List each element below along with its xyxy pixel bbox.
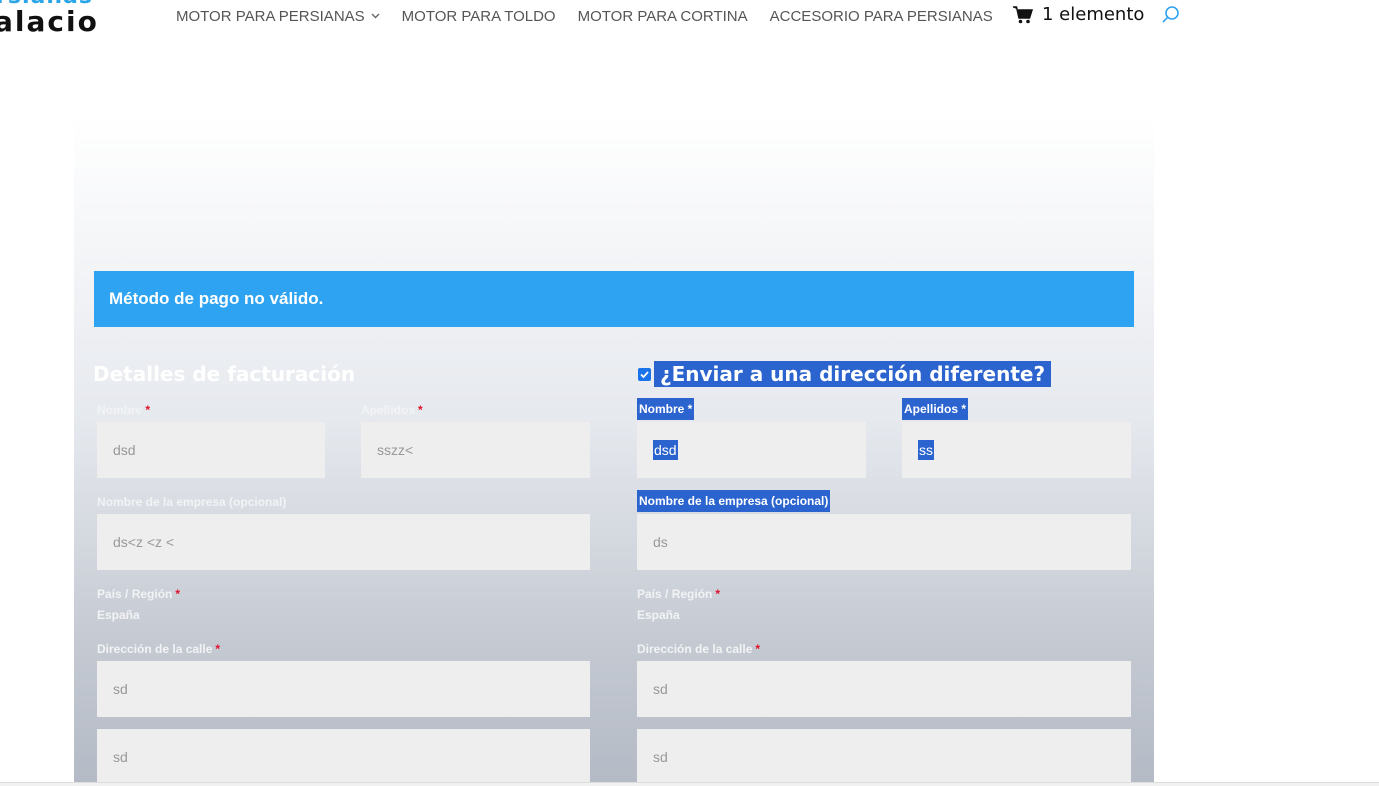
required-mark: * xyxy=(175,587,181,601)
input-value: sd xyxy=(653,681,668,697)
chevron-down-icon xyxy=(371,11,380,22)
billing-company-input[interactable]: ds<z <z < xyxy=(97,514,590,570)
billing-company-label: Nombre de la empresa (opcional) xyxy=(97,495,287,509)
billing-first-name-label: Nombre * xyxy=(97,403,150,417)
shipping-last-name-label: Apellidos * xyxy=(902,398,969,420)
label-text: Dirección de la calle xyxy=(637,642,753,656)
required-mark: * xyxy=(215,642,221,656)
search-icon[interactable] xyxy=(1161,5,1181,30)
main-nav: MOTOR PARA PERSIANAS MOTOR PARA TOLDO MO… xyxy=(176,6,1015,26)
label-text: Nombre xyxy=(97,403,143,417)
shipping-country-label: País / Región * xyxy=(637,587,720,601)
input-value: ds<z <z < xyxy=(113,534,175,550)
input-value: ds xyxy=(653,534,668,550)
shipping-company-label: Nombre de la empresa (opcional) xyxy=(637,490,831,512)
billing-last-name-label: Apellidos * xyxy=(361,403,423,417)
label-text: País / Región xyxy=(637,587,713,601)
shipping-last-name-input[interactable]: ss xyxy=(902,422,1131,478)
horizontal-scrollbar[interactable] xyxy=(0,782,1379,786)
cart-count-label: 1 elemento xyxy=(1042,4,1145,25)
nav-item-accesorio-persianas[interactable]: ACCESORIO PARA PERSIANAS xyxy=(770,8,993,25)
input-value: sszz< xyxy=(377,442,414,458)
shipping-street-label: Dirección de la calle * xyxy=(637,642,760,656)
checkmark-icon xyxy=(640,371,649,379)
required-mark: * xyxy=(715,587,721,601)
shipping-company-input[interactable]: ds xyxy=(637,514,1131,570)
billing-first-name-input[interactable]: dsd xyxy=(97,422,325,478)
nav-item-motor-cortina[interactable]: MOTOR PARA CORTINA xyxy=(578,8,748,25)
label-text: Dirección de la calle xyxy=(97,642,213,656)
billing-street-input[interactable]: sd xyxy=(97,661,590,717)
nav-item-motor-toldo[interactable]: MOTOR PARA TOLDO xyxy=(402,8,556,25)
label-text: País / Región xyxy=(97,587,173,601)
input-value: sd xyxy=(113,749,128,765)
shipping-first-name-input[interactable]: dsd xyxy=(637,422,866,478)
nav-item-motor-persianas[interactable]: MOTOR PARA PERSIANAS xyxy=(176,8,380,25)
input-value: dsd xyxy=(113,442,136,458)
error-notice: Método de pago no válido. xyxy=(94,271,1134,327)
label-text: Apellidos xyxy=(361,403,416,417)
shipping-street-input[interactable]: sd xyxy=(637,661,1131,717)
input-value: sd xyxy=(653,749,668,765)
nav-item-label: MOTOR PARA PERSIANAS xyxy=(176,7,365,25)
site-logo[interactable]: rsianas alacio xyxy=(0,0,140,40)
cart-icon xyxy=(1013,5,1033,23)
shipping-first-name-label: Nombre * xyxy=(637,398,695,420)
logo-text-bottom: alacio xyxy=(0,5,99,38)
billing-street-label: Dirección de la calle * xyxy=(97,642,220,656)
shipping-country-value: España xyxy=(637,608,680,622)
billing-last-name-input[interactable]: sszz< xyxy=(361,422,590,478)
shipping-street2-input[interactable]: sd xyxy=(637,729,1131,785)
input-value: ss xyxy=(918,440,934,460)
ship-different-checkbox[interactable] xyxy=(638,368,651,381)
shipping-title[interactable]: ¿Enviar a una dirección diferente? xyxy=(654,361,1052,387)
cart-link[interactable]: 1 elemento xyxy=(1013,4,1144,25)
input-value: sd xyxy=(113,681,128,697)
billing-street2-input[interactable]: sd xyxy=(97,729,590,785)
billing-title: Detalles de facturación xyxy=(93,362,356,386)
input-value: dsd xyxy=(653,440,678,460)
billing-country-label: País / Región * xyxy=(97,587,180,601)
required-mark: * xyxy=(418,403,423,417)
billing-country-value: España xyxy=(97,608,140,622)
required-mark: * xyxy=(755,642,761,656)
required-mark: * xyxy=(145,403,151,417)
